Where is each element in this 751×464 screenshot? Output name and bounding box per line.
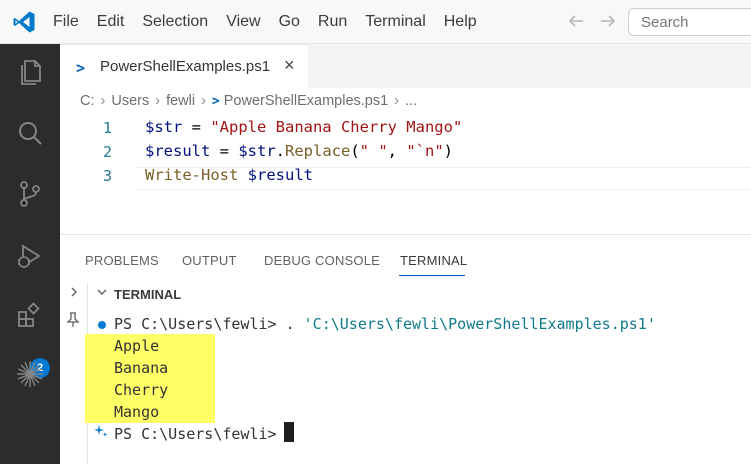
code-token: =	[210, 142, 239, 160]
chevron-down-icon[interactable]	[96, 286, 108, 298]
code-token: $str	[145, 118, 183, 136]
chevron-right-icon: ›	[201, 93, 206, 109]
code-token: Write-Host	[145, 166, 239, 184]
code-editor[interactable]: 1 $str = "Apple Banana Cherry Mango" 2 $…	[60, 114, 751, 234]
code-token: " "	[359, 142, 388, 160]
run-debug-icon[interactable]	[14, 240, 46, 272]
breadcrumb-users[interactable]: Users	[111, 93, 149, 109]
menu-run[interactable]: Run	[309, 0, 356, 44]
title-bar: File Edit Selection View Go Run Terminal…	[0, 0, 751, 44]
terminal-prompt: PS C:\Users\fewli> .	[114, 315, 304, 333]
breadcrumb-file[interactable]: PowerShellExamples.ps1	[224, 93, 388, 109]
tab-terminal[interactable]: TERMINAL	[400, 253, 467, 268]
search-icon[interactable]	[14, 118, 46, 150]
terminal-output-line: Banana	[114, 359, 169, 377]
search-placeholder: Search	[641, 14, 689, 31]
breadcrumb: C: › Users › fewli › > PowerShellExample…	[60, 88, 751, 114]
code-token: (	[350, 142, 360, 160]
command-center-search[interactable]: Search	[628, 8, 751, 36]
copilot-spark-icon[interactable]	[14, 358, 46, 390]
powershell-file-icon: >	[211, 93, 220, 109]
terminal-cursor	[284, 422, 294, 442]
tab-label: PowerShellExamples.ps1	[100, 58, 271, 75]
code-token: )	[443, 142, 454, 160]
terminal-final-prompt: PS C:\Users\fewli>	[114, 425, 277, 443]
menu-bar: File Edit Selection View Go Run Terminal…	[44, 0, 486, 44]
breadcrumb-drive[interactable]: C:	[80, 93, 95, 109]
activity-bar: 2	[0, 44, 60, 464]
chevron-right-icon: ›	[155, 93, 161, 109]
active-tab-indicator	[399, 275, 465, 276]
line-number: 3	[102, 167, 112, 185]
extensions-icon[interactable]	[14, 300, 46, 332]
code-line-2[interactable]: $result = $str.Replace(" ", "`n")	[145, 142, 453, 160]
explorer-icon[interactable]	[14, 56, 46, 88]
close-icon[interactable]: ×	[284, 55, 295, 76]
code-token: "`n"	[406, 142, 444, 160]
terminal-script-path: 'C:\Users\fewli\PowerShellExamples.ps1'	[303, 315, 656, 333]
command-decoration-dot-icon[interactable]	[98, 321, 106, 329]
terminal-command-line[interactable]: PS C:\Users\fewli> . 'C:\Users\fewli\Pow…	[114, 315, 656, 333]
terminal-output-line: Cherry	[114, 381, 169, 399]
code-line-3[interactable]: Write-Host $result	[145, 166, 313, 184]
breadcrumb-user[interactable]: fewli	[166, 93, 195, 109]
sparkle-icon[interactable]	[94, 424, 108, 438]
tab-problems[interactable]: PROBLEMS	[85, 253, 159, 268]
code-token: $str	[238, 142, 276, 160]
menu-view[interactable]: View	[217, 0, 269, 44]
bottom-panel: PROBLEMS OUTPUT DEBUG CONSOLE TERMINAL T…	[60, 234, 751, 464]
chevron-right-icon[interactable]	[68, 286, 80, 298]
code-token: =	[182, 118, 211, 136]
terminal-section-title: TERMINAL	[114, 287, 182, 302]
forward-arrow-icon[interactable]	[597, 10, 619, 32]
code-token: ,	[387, 142, 407, 160]
menu-terminal[interactable]: Terminal	[356, 0, 434, 44]
menu-go[interactable]: Go	[270, 0, 309, 44]
code-token: Replace	[285, 142, 351, 160]
terminal-output-line: Apple	[114, 337, 160, 355]
code-token: .	[275, 142, 285, 160]
tab-powershellexamples[interactable]: > PowerShellExamples.ps1 ×	[60, 44, 308, 88]
line-number: 2	[102, 143, 112, 161]
source-control-icon[interactable]	[14, 178, 46, 210]
powershell-file-icon: >	[76, 59, 86, 77]
code-token: $result	[247, 166, 313, 184]
pin-icon[interactable]	[66, 312, 80, 328]
menu-help[interactable]: Help	[435, 0, 486, 44]
chevron-right-icon: ›	[100, 93, 106, 109]
tab-output[interactable]: OUTPUT	[182, 253, 237, 268]
line-number: 1	[102, 119, 112, 137]
code-token: "Apple Banana Cherry Mango"	[210, 118, 463, 136]
editor-tab-bar: > PowerShellExamples.ps1 ×	[60, 44, 751, 88]
terminal-output-line: Mango	[114, 403, 160, 421]
code-line-1[interactable]: $str = "Apple Banana Cherry Mango"	[145, 118, 462, 136]
vscode-logo-icon[interactable]	[12, 10, 36, 34]
menu-edit[interactable]: Edit	[88, 0, 134, 44]
terminal-side-strip	[60, 283, 88, 464]
breadcrumb-more[interactable]: ...	[405, 93, 417, 109]
tab-debug-console[interactable]: DEBUG CONSOLE	[264, 253, 380, 268]
menu-file[interactable]: File	[44, 0, 88, 44]
code-token: $result	[145, 142, 211, 160]
back-arrow-icon[interactable]	[565, 10, 587, 32]
chevron-right-icon: ›	[394, 93, 400, 109]
menu-selection[interactable]: Selection	[133, 0, 217, 44]
